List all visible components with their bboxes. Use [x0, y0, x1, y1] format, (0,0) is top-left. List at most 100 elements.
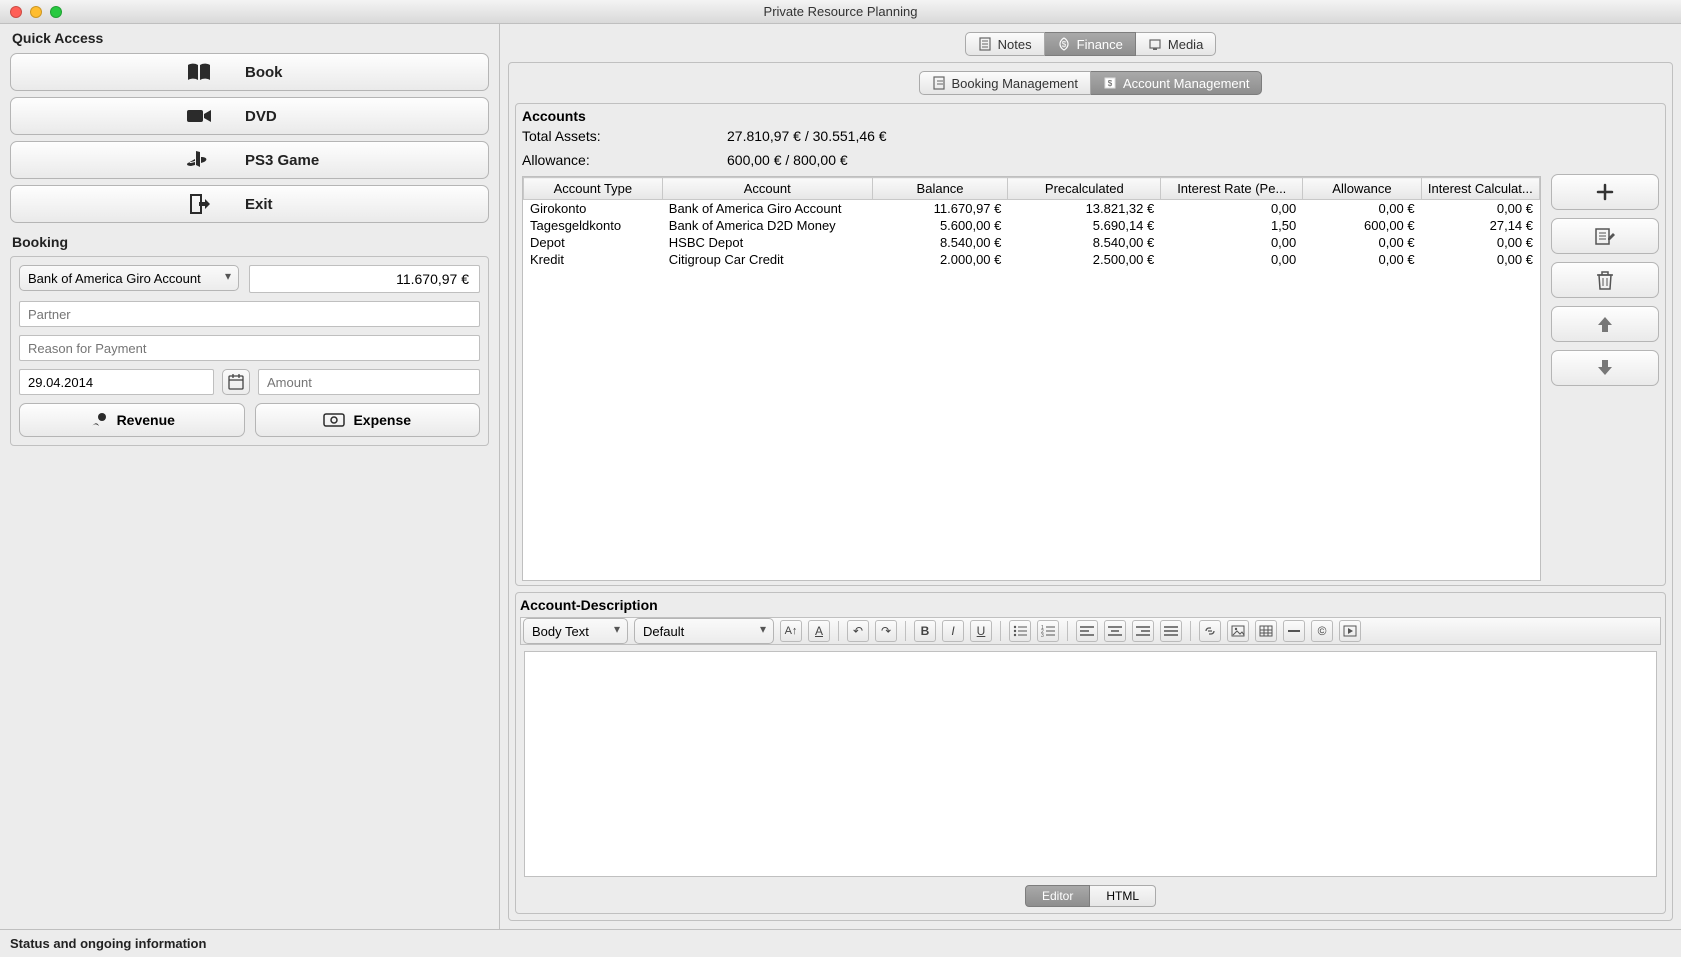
add-account-button[interactable] [1551, 174, 1659, 210]
book-button[interactable]: Book [10, 53, 489, 91]
font-larger-icon: A↑ [785, 625, 798, 637]
tab-media-label: Media [1168, 37, 1203, 52]
view-editor-label: Editor [1042, 889, 1073, 903]
align-justify-icon [1164, 625, 1178, 637]
rte-ul-button[interactable] [1009, 620, 1031, 642]
col-calc[interactable]: Interest Calculat... [1421, 178, 1539, 200]
camera-icon [181, 107, 217, 125]
allowance-label: Allowance: [522, 152, 637, 168]
window-title: Private Resource Planning [0, 4, 1681, 19]
edit-account-button[interactable] [1551, 218, 1659, 254]
rte-media-button[interactable] [1339, 620, 1361, 642]
col-type[interactable]: Account Type [524, 178, 663, 200]
top-tabs: Notes $ Finance Media [508, 26, 1673, 62]
description-title: Account-Description [520, 597, 1661, 613]
view-html-button[interactable]: HTML [1090, 885, 1156, 907]
view-toggle: Editor HTML [520, 885, 1661, 907]
col-rate[interactable]: Interest Rate (Pe... [1161, 178, 1303, 200]
rte-image-button[interactable] [1227, 620, 1249, 642]
tab-booking-mgmt-label: Booking Management [952, 76, 1078, 91]
media-insert-icon [1343, 625, 1357, 637]
tab-finance[interactable]: $ Finance [1045, 32, 1136, 56]
rte-link-button[interactable] [1199, 620, 1221, 642]
rte-editor-area[interactable] [524, 651, 1657, 877]
table-row[interactable]: GirokontoBank of America Giro Account11.… [524, 200, 1540, 218]
arrow-down-icon [1596, 359, 1614, 377]
rte-bold-button[interactable]: B [914, 620, 936, 642]
book-button-label: Book [245, 64, 283, 81]
rte-hr-button[interactable] [1283, 620, 1305, 642]
col-allowance[interactable]: Allowance [1303, 178, 1421, 200]
balance-display: 11.670,97 € [249, 265, 480, 293]
rte-table-button[interactable] [1255, 620, 1277, 642]
ps3-game-button[interactable]: PS3 Game [10, 141, 489, 179]
calendar-button[interactable] [222, 369, 250, 395]
hr-icon [1287, 625, 1301, 637]
tab-account-management[interactable]: $ Account Management [1091, 71, 1262, 95]
exit-button-label: Exit [245, 196, 273, 213]
rte-align-right-button[interactable] [1132, 620, 1154, 642]
account-mgmt-icon: $ [1103, 76, 1117, 90]
move-up-button[interactable] [1551, 306, 1659, 342]
date-input[interactable] [19, 369, 214, 395]
font-color-icon: A [815, 624, 823, 638]
title-bar: Private Resource Planning [0, 0, 1681, 24]
exit-button[interactable]: Exit [10, 185, 489, 223]
reason-input[interactable] [19, 335, 480, 361]
rte-undo-button[interactable]: ↶ [847, 620, 869, 642]
tab-booking-management[interactable]: Booking Management [919, 71, 1091, 95]
align-right-icon [1136, 625, 1150, 637]
rte-italic-button[interactable]: I [942, 620, 964, 642]
svg-text:3: 3 [1041, 633, 1044, 637]
quick-access-title: Quick Access [12, 30, 489, 46]
rte-style-select[interactable]: Body Text [523, 618, 628, 644]
table-row[interactable]: KreditCitigroup Car Credit2.000,00 €2.50… [524, 251, 1540, 268]
view-editor-button[interactable]: Editor [1025, 885, 1090, 907]
expense-button[interactable]: Expense [255, 403, 481, 437]
symbol-icon: © [1318, 624, 1327, 638]
ol-icon: 123 [1041, 625, 1055, 637]
tab-notes[interactable]: Notes [965, 32, 1045, 56]
col-balance[interactable]: Balance [872, 178, 1008, 200]
finance-icon: $ [1057, 37, 1071, 51]
tab-media[interactable]: Media [1136, 32, 1216, 56]
revenue-button[interactable]: Revenue [19, 403, 245, 437]
view-html-label: HTML [1106, 889, 1139, 903]
rte-symbol-button[interactable]: © [1311, 620, 1333, 642]
notes-icon [978, 37, 992, 51]
rte-align-left-button[interactable] [1076, 620, 1098, 642]
account-description-box: Account-Description Body Text Default A↑… [515, 592, 1666, 914]
underline-icon: U [977, 624, 986, 638]
tab-finance-label: Finance [1077, 37, 1123, 52]
rte-font-larger-button[interactable]: A↑ [780, 620, 802, 642]
expense-label: Expense [353, 412, 411, 428]
table-row[interactable]: DepotHSBC Depot8.540,00 €8.540,00 €0,000… [524, 234, 1540, 251]
account-select[interactable]: Bank of America Giro Account [19, 265, 239, 291]
svg-text:$: $ [1061, 40, 1066, 49]
partner-input[interactable] [19, 301, 480, 327]
align-center-icon [1108, 625, 1122, 637]
trash-icon [1596, 270, 1614, 290]
rte-underline-button[interactable]: U [970, 620, 992, 642]
rte-ol-button[interactable]: 123 [1037, 620, 1059, 642]
rte-font-color-button[interactable]: A [808, 620, 830, 642]
accounts-box: Accounts Total Assets: 27.810,97 € / 30.… [515, 103, 1666, 586]
sub-tabs: Booking Management $ Account Management [515, 69, 1666, 97]
move-down-button[interactable] [1551, 350, 1659, 386]
booking-mgmt-icon [932, 76, 946, 90]
tab-notes-label: Notes [998, 37, 1032, 52]
delete-account-button[interactable] [1551, 262, 1659, 298]
table-row[interactable]: TagesgeldkontoBank of America D2D Money5… [524, 217, 1540, 234]
account-side-buttons [1551, 174, 1659, 581]
accounts-table[interactable]: Account Type Account Balance Precalculat… [522, 176, 1541, 581]
rte-align-center-button[interactable] [1104, 620, 1126, 642]
dvd-button[interactable]: DVD [10, 97, 489, 135]
svg-text:$: $ [1108, 79, 1113, 88]
status-bar: Status and ongoing information [0, 929, 1681, 957]
rte-redo-button[interactable]: ↷ [875, 620, 897, 642]
rte-align-justify-button[interactable] [1160, 620, 1182, 642]
col-account[interactable]: Account [662, 178, 872, 200]
col-precalc[interactable]: Precalculated [1008, 178, 1161, 200]
rte-font-select[interactable]: Default [634, 618, 774, 644]
amount-input[interactable] [258, 369, 480, 395]
